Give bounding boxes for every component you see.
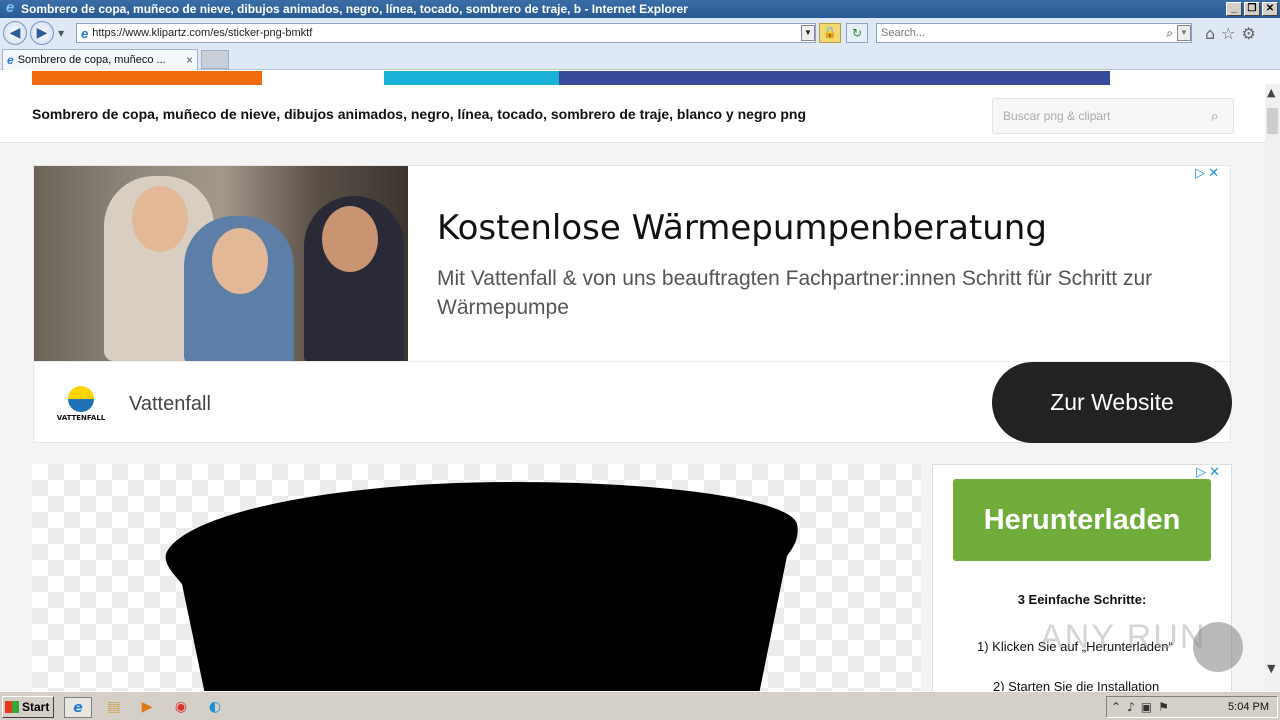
system-tray: ⌃ ♪ ▣ ⚑ 5:04 PM (1106, 696, 1278, 718)
site-search-input[interactable]: Buscar png & clipart ⌕ (992, 98, 1234, 134)
ad-photo-face-left (132, 186, 188, 252)
tray-expand-icon[interactable]: ⌃ (1111, 700, 1121, 714)
tab-bar: e Sombrero de copa, muñeco ... × (0, 48, 1280, 70)
taskbar-edge-icon[interactable]: ◐ (201, 697, 229, 718)
tab-favicon-icon: e (7, 53, 14, 67)
ad-description[interactable]: Mit Vattenfall & von uns beauftragten Fa… (437, 264, 1197, 322)
site-search-icon[interactable]: ⌕ (1211, 108, 1219, 125)
navigation-bar: ◀ ▶ ▼ e https://www.klipartz.com/es/stic… (0, 18, 1280, 48)
ad-photo[interactable] (34, 166, 408, 361)
windows-flag-icon (5, 701, 19, 713)
ad2-heading: 3 Eeinfache Schritte: (1017, 592, 1147, 607)
forward-button[interactable]: ▶ (30, 21, 54, 45)
watermark-play-icon (1193, 622, 1243, 672)
page-title: Sombrero de copa, muñeco de nieve, dibuj… (32, 106, 807, 122)
browser-tab[interactable]: e Sombrero de copa, muñeco ... × (2, 49, 198, 70)
action-center-flag-icon[interactable]: ⚑ (1158, 700, 1169, 714)
top-hat-image (165, 482, 798, 691)
new-tab-button[interactable] (201, 50, 229, 69)
lock-icon[interactable]: 🔒 (819, 23, 841, 43)
scroll-up-icon[interactable]: ▲ (1267, 86, 1275, 99)
start-button[interactable]: Start (2, 696, 54, 718)
window-titlebar: e Sombrero de copa, muñeco de nieve, dib… (0, 0, 1280, 18)
page-viewport: Sombrero de copa, muñeco de nieve, dibuj… (0, 71, 1265, 691)
ie-icon: e (5, 0, 15, 16)
browser-search-input[interactable]: Search... (881, 27, 1166, 39)
vattenfall-logo[interactable]: VATTENFALL (56, 386, 106, 426)
window-controls: _ ❐ ✕ (1226, 2, 1278, 16)
top-banner-strip (0, 71, 1265, 85)
address-bar[interactable]: e https://www.klipartz.com/es/sticker-pn… (76, 23, 816, 43)
vertical-scrollbar[interactable]: ▲ ▼ (1265, 84, 1280, 691)
browser-search-box[interactable]: Search... ⌕ ▼ (876, 23, 1192, 43)
network-icon[interactable]: ▣ (1141, 700, 1152, 714)
taskbar-explorer-icon[interactable]: ▤ (100, 697, 128, 718)
advertiser-name[interactable]: Vattenfall (129, 393, 211, 416)
clock[interactable]: 5:04 PM (1228, 701, 1269, 713)
png-preview[interactable] (32, 464, 921, 691)
taskbar-ie-icon[interactable]: e (64, 697, 92, 718)
vattenfall-logo-mark (68, 386, 94, 412)
ad2-choices-icon[interactable]: ▷✕ (1196, 465, 1223, 480)
ad-headline[interactable]: Kostenlose Wärmepumpenberatung (437, 208, 1047, 248)
ad-choices-icon[interactable]: ▷✕ (1195, 166, 1222, 181)
back-button[interactable]: ◀ (3, 21, 27, 45)
address-dropdown-icon[interactable]: ▼ (801, 25, 815, 41)
scroll-down-icon[interactable]: ▼ (1267, 662, 1275, 675)
taskbar: Start e ▤ ▶ ◉ ◐ ⌃ ♪ ▣ ⚑ 5:04 PM (0, 691, 1280, 720)
tab-close-icon[interactable]: × (186, 53, 193, 67)
browser-toolbar-icons: ⌂ ☆ ⚙ (1205, 24, 1256, 43)
vattenfall-logo-text: VATTENFALL (56, 414, 106, 422)
vattenfall-ad[interactable]: ▷✕ Kostenlose Wärmepumpenberatung Mit Va… (33, 165, 1232, 443)
herunterladen-button[interactable]: Herunterladen (953, 479, 1211, 561)
restore-button[interactable]: ❐ (1244, 2, 1260, 16)
window-title: Sombrero de copa, muñeco de nieve, dibuj… (21, 2, 688, 16)
ad-photo-face-middle (212, 228, 268, 294)
banner-dark-block (559, 71, 1110, 85)
ad-photo-face-right (322, 206, 378, 272)
ad2-step-2: 2) Starten Sie die Installation (993, 679, 1160, 691)
address-url[interactable]: https://www.klipartz.com/es/sticker-png-… (92, 27, 801, 39)
close-button[interactable]: ✕ (1262, 2, 1278, 16)
anyrun-watermark: ANY RUN (1040, 618, 1207, 656)
ad-footer: VATTENFALL Vattenfall Zur Website (34, 361, 1232, 443)
banner-orange-block (32, 71, 262, 85)
home-icon[interactable]: ⌂ (1205, 24, 1215, 43)
scroll-thumb[interactable] (1267, 108, 1278, 134)
minimize-button[interactable]: _ (1226, 2, 1242, 16)
search-dropdown-icon[interactable]: ▼ (1177, 25, 1191, 41)
search-icon[interactable]: ⌕ (1166, 26, 1173, 41)
taskbar-chrome-icon[interactable]: ◉ (167, 697, 195, 718)
refresh-icon[interactable]: ↻ (846, 23, 868, 43)
history-dropdown-icon[interactable]: ▼ (58, 29, 64, 38)
site-favicon-icon: e (81, 25, 89, 41)
favorites-star-icon[interactable]: ☆ (1221, 24, 1235, 43)
settings-gear-icon[interactable]: ⚙ (1242, 24, 1256, 43)
tab-title: Sombrero de copa, muñeco ... (17, 54, 166, 66)
zur-website-button[interactable]: Zur Website (992, 362, 1232, 443)
volume-icon[interactable]: ♪ (1127, 700, 1135, 714)
banner-blue-block (384, 71, 559, 85)
start-label: Start (22, 700, 50, 714)
site-search-placeholder: Buscar png & clipart (1003, 109, 1111, 123)
site-header: Sombrero de copa, muñeco de nieve, dibuj… (0, 85, 1265, 143)
taskbar-media-player-icon[interactable]: ▶ (133, 697, 161, 718)
